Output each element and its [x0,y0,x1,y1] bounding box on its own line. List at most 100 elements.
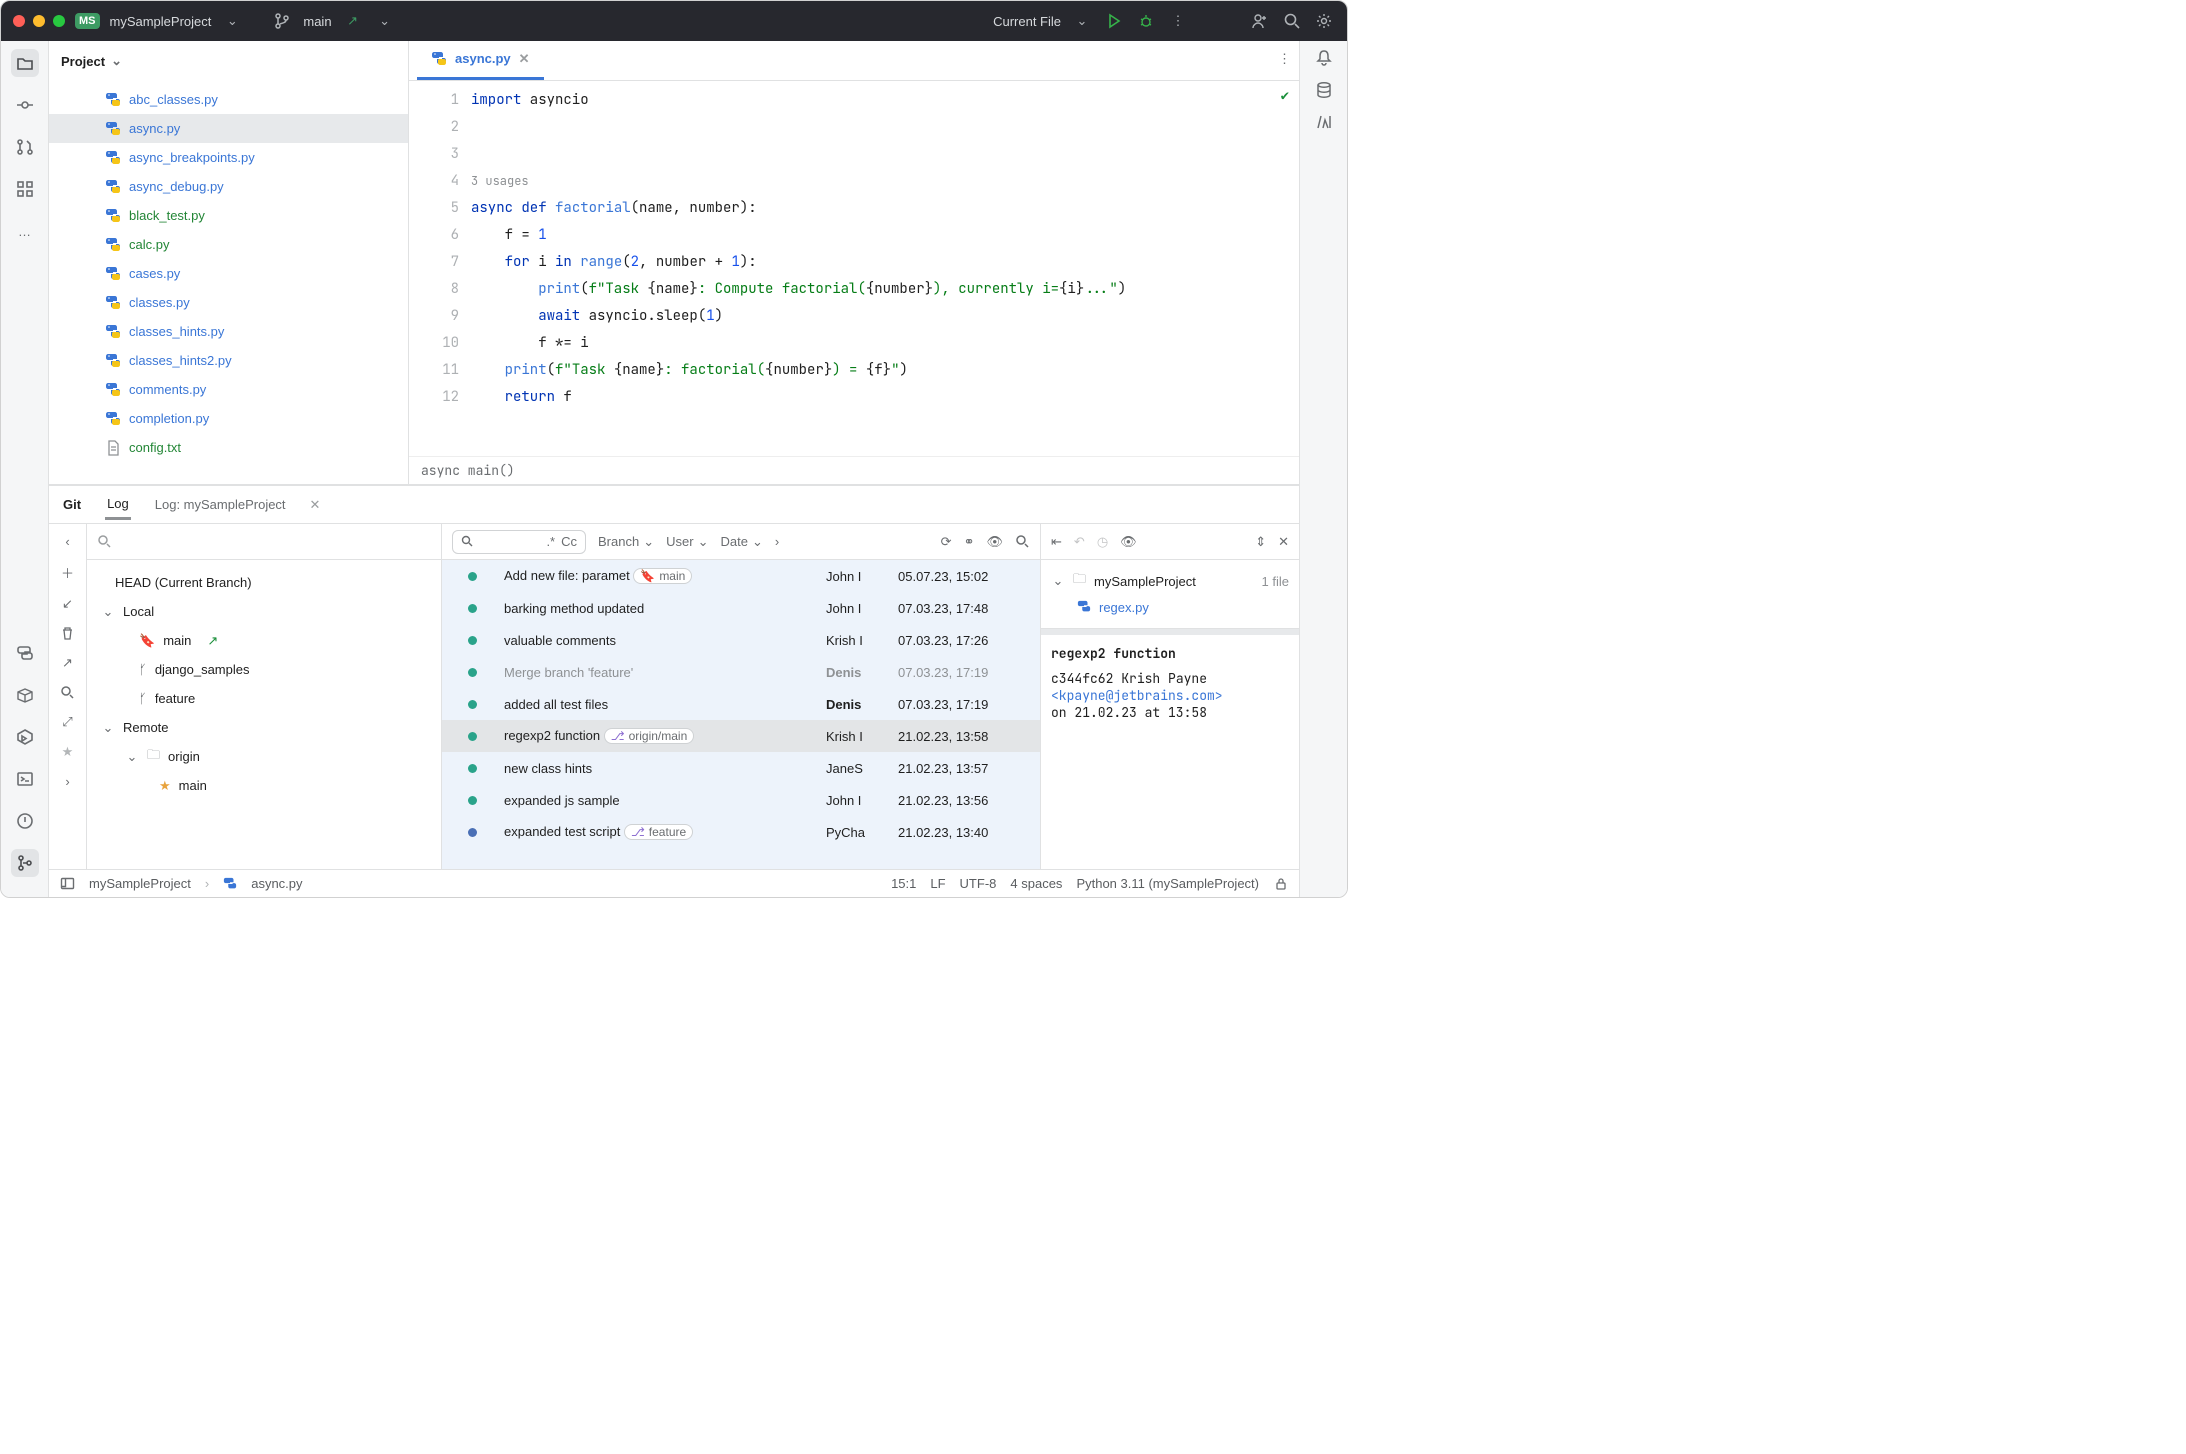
git-tab-log[interactable]: Log [105,490,131,520]
file-encoding[interactable]: UTF-8 [960,876,997,891]
cherry-pick-icon[interactable]: ⚭ [964,534,975,550]
head-row[interactable]: HEAD (Current Branch) [87,568,441,597]
run-icon[interactable] [1103,10,1125,32]
branch-row[interactable]: ᚶfeature [87,684,441,713]
breadcrumb-file[interactable]: async.py [251,876,302,891]
origin-group[interactable]: ⌄🗀origin [87,742,441,771]
services-icon[interactable] [11,723,39,751]
expand-icon[interactable]: ⤢ [62,714,72,730]
gear-icon[interactable] [1313,10,1335,32]
git-log-row[interactable]: expanded js sample John I21.02.23, 13:56 [442,784,1040,816]
git-log-row[interactable]: regexp2 function ⎇ origin/mainKrish I21.… [442,720,1040,752]
delete-icon[interactable] [60,626,75,641]
editor-tab[interactable]: async.py ✕ [417,40,544,80]
git-tab-git[interactable]: Git [61,491,83,518]
line-separator[interactable]: LF [930,876,945,891]
user-filter[interactable]: User ⌄ [666,534,708,550]
caret-position[interactable]: 15:1 [891,876,916,891]
more-toolwindows-icon[interactable]: … [11,217,39,245]
project-file-row[interactable]: async_debug.py [49,172,408,201]
branch-row[interactable]: ᚶdjango_samples [87,655,441,684]
git-log-row[interactable]: Merge branch 'feature' Denis07.03.23, 17… [442,656,1040,688]
close-icon[interactable]: ✕ [310,497,321,513]
eye-icon[interactable]: 👁 [1120,534,1137,550]
chevron-down-icon[interactable]: ⌄ [111,53,122,69]
match-case-toggle[interactable]: Cc [561,534,577,549]
author-email-link[interactable]: <kpayne@jetbrains.com> [1051,687,1223,704]
chevron-right-icon[interactable]: › [775,534,779,549]
indent-setting[interactable]: 4 spaces [1010,876,1062,891]
expand-collapse-icon[interactable]: ⇕ [1255,534,1266,550]
vcs-toolwindow-icon[interactable] [11,849,39,877]
eye-icon[interactable]: 👁 [986,534,1003,550]
project-file-row[interactable]: abc_classes.py [49,85,408,114]
close-icon[interactable]: ✕ [519,51,530,67]
chevron-left-icon[interactable]: ‹ [65,534,69,549]
git-log-row[interactable]: barking method updated John I07.03.23, 1… [442,592,1040,624]
interpreter[interactable]: Python 3.11 (mySampleProject) [1076,876,1259,891]
search-icon[interactable] [1281,10,1303,32]
structure-toolwindow-icon[interactable] [11,175,39,203]
debug-icon[interactable] [1135,10,1157,32]
project-name[interactable]: mySampleProject [110,14,212,29]
log-search-input[interactable]: .* Cc [452,530,586,554]
remote-group[interactable]: ⌄Remote [87,713,441,742]
project-file-row[interactable]: config.txt [49,433,408,462]
refresh-icon[interactable]: ⟳ [941,534,952,550]
search-icon[interactable] [97,534,112,549]
search-icon[interactable] [60,685,75,700]
add-user-icon[interactable] [1249,10,1271,32]
chevron-down-icon[interactable]: ⌄ [1071,10,1093,32]
window-close-dot[interactable] [13,15,25,27]
project-file-row[interactable]: cases.py [49,259,408,288]
database-icon[interactable] [1315,81,1333,99]
close-icon[interactable]: ✕ [1278,534,1289,550]
toolwindows-toggle-icon[interactable] [59,876,75,892]
chevron-right-icon[interactable]: › [65,774,69,789]
endpoints-icon[interactable] [1315,113,1333,131]
project-file-row[interactable]: async_breakpoints.py [49,143,408,172]
python-console-icon[interactable] [11,639,39,667]
regex-toggle[interactable]: .* [546,534,555,549]
branch-row[interactable]: 🔖main↗ [87,626,441,655]
git-log-row[interactable]: added all test files Denis07.03.23, 17:1… [442,688,1040,720]
project-file-row[interactable]: classes_hints2.py [49,346,408,375]
group-by-icon[interactable]: ⇤ [1051,534,1062,550]
chevron-down-icon[interactable]: ⌄ [221,10,243,32]
run-config-label[interactable]: Current File [993,14,1061,29]
star-icon[interactable]: ★ [62,744,74,760]
undo-icon[interactable]: ↶ [1074,534,1085,550]
branch-row[interactable]: ★main [87,771,441,800]
project-file-row[interactable]: comments.py [49,375,408,404]
changed-file-row[interactable]: regex.py [1051,594,1289,620]
editor-breadcrumb[interactable]: async main() [409,456,1299,484]
git-tab-repo-log[interactable]: Log: mySampleProject [153,491,288,518]
commit-toolwindow-icon[interactable] [11,91,39,119]
update-icon[interactable]: ↙ [62,596,73,612]
project-toolwindow-icon[interactable] [11,49,39,77]
git-log-row[interactable]: new class hints JaneS21.02.23, 13:57 [442,752,1040,784]
inspection-ok-icon[interactable]: ✔ [1281,87,1289,105]
notifications-icon[interactable] [1315,49,1333,67]
git-log-row[interactable]: expanded test script ⎇ featurePyCha21.02… [442,816,1040,848]
project-file-row[interactable]: async.py [49,114,408,143]
history-icon[interactable]: ◷ [1097,534,1108,550]
project-file-row[interactable]: classes.py [49,288,408,317]
project-file-row[interactable]: black_test.py [49,201,408,230]
project-file-row[interactable]: classes_hints.py [49,317,408,346]
date-filter[interactable]: Date ⌄ [720,534,762,550]
breadcrumb-root[interactable]: mySampleProject [89,876,191,891]
problems-icon[interactable] [11,807,39,835]
branch-filter[interactable]: Branch ⌄ [598,534,654,550]
project-file-row[interactable]: calc.py [49,230,408,259]
window-min-dot[interactable] [33,15,45,27]
pull-requests-icon[interactable] [11,133,39,161]
window-max-dot[interactable] [53,15,65,27]
readonly-toggle-icon[interactable] [1273,876,1289,892]
git-log-row[interactable]: Add new file: paramet 🔖 mainJohn I05.07.… [442,560,1040,592]
push-icon[interactable]: ↗ [62,655,73,671]
chevron-down-icon[interactable]: ⌄ [374,10,396,32]
more-icon[interactable]: ⋮ [1167,10,1189,32]
git-log-list[interactable]: Add new file: paramet 🔖 mainJohn I05.07.… [442,560,1040,869]
more-icon[interactable]: ⋮ [1278,51,1291,67]
